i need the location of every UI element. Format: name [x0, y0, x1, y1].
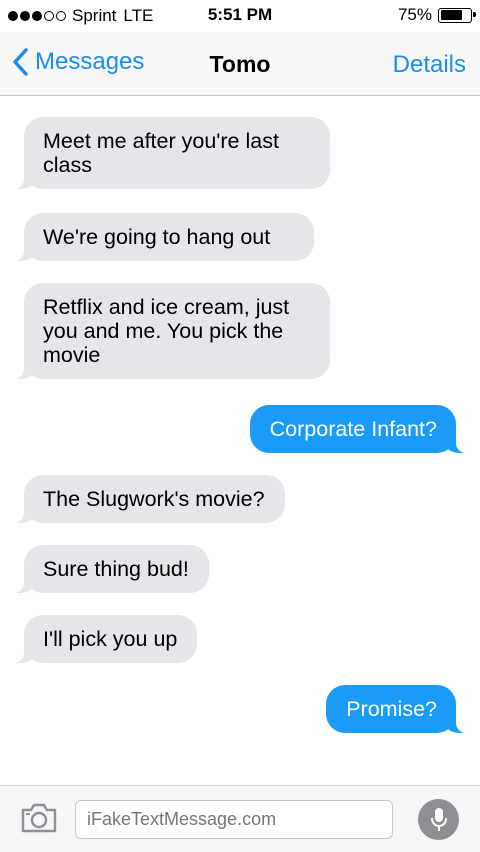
details-button[interactable]: Details: [393, 51, 466, 79]
message-text: I'll pick you up: [43, 627, 178, 651]
message-bubble-incoming: Sure thing bud!: [0, 545, 209, 593]
camera-icon: [21, 803, 57, 833]
microphone-button[interactable]: [418, 799, 459, 840]
message-text: Promise?: [346, 697, 437, 721]
chevron-left-icon: [13, 48, 28, 76]
status-right: 75%: [397, 5, 476, 25]
back-button-label: Messages: [35, 48, 145, 75]
message-bubble-outgoing: Corporate Infant?: [249, 405, 480, 453]
battery-tip: [473, 12, 476, 17]
message-input[interactable]: [75, 800, 393, 839]
message-text: Meet me after you're last class: [43, 129, 279, 177]
back-button[interactable]: Messages: [12, 48, 144, 76]
compose-bar: [0, 785, 480, 852]
nav-bar: Messages Tomo Details: [0, 32, 480, 96]
message-bubble-incoming: Retflix and ice cream, just you and me. …: [0, 283, 330, 379]
status-bar: Sprint LTE 5:51 PM 75%: [0, 0, 480, 32]
message-text: Retflix and ice cream, just you and me. …: [43, 295, 290, 367]
microphone-icon: [430, 807, 447, 831]
battery-percent: 75%: [397, 5, 432, 24]
message-bubble-incoming: The Slugwork's movie?: [0, 475, 285, 523]
camera-button[interactable]: [20, 802, 58, 839]
message-bubble-outgoing: Promise?: [326, 685, 480, 733]
message-bubble-incoming: Meet me after you're last class: [0, 117, 330, 189]
battery-fill: [440, 10, 463, 20]
battery-icon: [438, 7, 476, 23]
message-text: We're going to hang out: [43, 225, 271, 249]
message-bubble-incoming: We're going to hang out: [0, 213, 314, 261]
message-list[interactable]: Meet me after you're last class We're go…: [0, 97, 480, 785]
message-text: The Slugwork's movie?: [43, 487, 265, 511]
message-text: Corporate Infant?: [269, 417, 437, 441]
message-text: Sure thing bud!: [43, 557, 189, 581]
message-bubble-incoming: I'll pick you up: [0, 615, 198, 663]
